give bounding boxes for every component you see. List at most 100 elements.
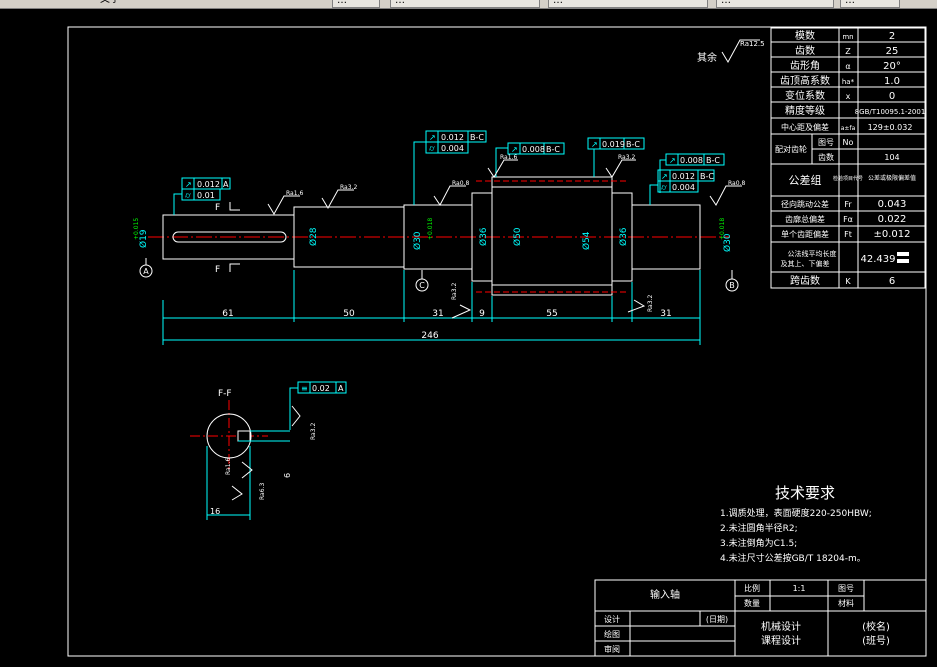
shaft-main-view: F F Ø19 Ø28 Ø30 Ø36 Ø50 Ø54 Ø36 Ø30 +0.0… [133, 130, 745, 430]
svg-text:B-C: B-C [470, 133, 484, 142]
svg-text:104: 104 [884, 153, 899, 162]
svg-text:Ft: Ft [844, 230, 852, 239]
svg-text:0.043: 0.043 [878, 199, 907, 210]
svg-text:Z: Z [845, 47, 851, 56]
svg-text:Ra3.2: Ra3.2 [618, 154, 635, 161]
toolbar-text-item[interactable]: 文字 [100, 0, 120, 6]
svg-text:数量: 数量 [744, 598, 760, 608]
svg-text:齿数: 齿数 [818, 152, 834, 162]
color-dropdown[interactable]: … [548, 0, 708, 8]
svg-text:0.004: 0.004 [672, 183, 695, 192]
svg-text:No: No [843, 138, 854, 147]
svg-text:0.012: 0.012 [441, 133, 464, 142]
svg-text:材料: 材料 [838, 598, 854, 608]
svg-text:Ra3.2: Ra3.2 [451, 283, 458, 300]
svg-text:配对齿轮: 配对齿轮 [775, 144, 807, 154]
svg-text:0.004: 0.004 [441, 144, 464, 153]
svg-text:1.0: 1.0 [884, 76, 900, 87]
svg-text:0.022: 0.022 [878, 214, 907, 225]
toolbar-tab[interactable]: … [332, 0, 380, 8]
svg-text:+0.018: +0.018 [427, 218, 434, 240]
svg-text:16: 16 [210, 507, 220, 516]
svg-text:公差组: 公差组 [789, 173, 822, 187]
svg-text:0.012: 0.012 [672, 172, 695, 181]
svg-text:模数: 模数 [795, 29, 815, 42]
svg-text:Ra1.6: Ra1.6 [500, 154, 517, 161]
section-view-ff: F-F 16 6 Ra3.2 Ra1.6 Ra6.3 [190, 389, 317, 520]
svg-text:输入轴: 输入轴 [650, 588, 680, 601]
svg-text:1:1: 1:1 [793, 584, 806, 593]
svg-text:B-C: B-C [546, 145, 560, 154]
svg-text:中心距及偏差: 中心距及偏差 [781, 122, 829, 132]
svg-text:α: α [845, 62, 850, 71]
svg-text:+0.018: +0.018 [719, 218, 726, 240]
svg-text:42.439: 42.439 [861, 254, 896, 265]
svg-text:Ra12.5: Ra12.5 [740, 40, 765, 48]
svg-text:Ø36: Ø36 [618, 227, 629, 246]
drawing-canvas[interactable]: 其余 Ra12.5 模数 mn 2 齿数 Z 25 齿形角 α 20° 齿顶高系… [0, 8, 937, 667]
svg-text:0.012: 0.012 [197, 180, 220, 189]
svg-text:机械设计: 机械设计 [761, 620, 801, 633]
svg-text:其余: 其余 [697, 51, 717, 64]
svg-text:3.未注倒角为C1.5;: 3.未注倒角为C1.5; [720, 537, 797, 549]
svg-text:0.008: 0.008 [522, 145, 545, 154]
svg-text:B: B [729, 281, 735, 290]
svg-text:31: 31 [432, 309, 443, 319]
svg-text:比例: 比例 [744, 583, 760, 593]
lineweight-dropdown[interactable]: … [840, 0, 900, 8]
svg-text:↗: ↗ [185, 180, 192, 189]
svg-text:技术要求: 技术要求 [775, 484, 835, 502]
svg-text:B-C: B-C [700, 172, 714, 181]
svg-text:0.02: 0.02 [312, 384, 330, 393]
svg-text:Ra0.8: Ra0.8 [452, 180, 469, 187]
svg-text:246: 246 [421, 331, 438, 341]
svg-text:≡: ≡ [301, 384, 308, 393]
svg-text:6: 6 [889, 276, 895, 287]
svg-text:B-C: B-C [626, 140, 640, 149]
svg-text:设计: 设计 [604, 614, 620, 624]
svg-text:9: 9 [479, 309, 485, 319]
svg-text:课程设计: 课程设计 [761, 634, 801, 647]
svg-text:55: 55 [546, 309, 557, 319]
svg-text:F: F [215, 265, 220, 275]
svg-text:Ø30: Ø30 [412, 231, 423, 250]
svg-text:(校名): (校名) [862, 620, 890, 633]
svg-text:Ra6.3: Ra6.3 [259, 483, 266, 500]
svg-text:ha*: ha* [842, 78, 855, 86]
svg-text:⌭: ⌭ [185, 191, 191, 200]
svg-text:0.019: 0.019 [602, 140, 625, 149]
layer-dropdown[interactable]: … [390, 0, 540, 8]
svg-text:Ø36: Ø36 [478, 227, 489, 246]
svg-text:Ø28: Ø28 [308, 227, 319, 246]
svg-text:齿顶高系数: 齿顶高系数 [780, 74, 830, 87]
svg-text:50: 50 [343, 309, 355, 319]
svg-text:±0.012: ±0.012 [873, 229, 910, 240]
svg-text:↗: ↗ [511, 145, 518, 154]
svg-text:61: 61 [222, 309, 233, 319]
svg-text:Fα: Fα [843, 215, 853, 224]
default-roughness: 其余 Ra12.5 [697, 39, 765, 64]
linetype-dropdown[interactable]: … [716, 0, 834, 8]
svg-text:检验项目代号: 检验项目代号 [833, 175, 863, 182]
svg-text:公差或极限偏差值: 公差或极限偏差值 [868, 174, 916, 182]
svg-text:F-F: F-F [218, 389, 232, 399]
svg-text:单个齿距偏差: 单个齿距偏差 [781, 229, 829, 239]
svg-text:Ra1.6: Ra1.6 [225, 458, 232, 475]
svg-text:图号: 图号 [838, 584, 854, 593]
svg-text:25: 25 [886, 46, 899, 57]
svg-text:(日期): (日期) [706, 615, 728, 624]
svg-text:(班号): (班号) [862, 635, 890, 647]
svg-text:A: A [338, 384, 344, 393]
svg-text:Ø54: Ø54 [581, 231, 592, 250]
svg-text:F: F [215, 203, 220, 213]
svg-text:2: 2 [889, 31, 895, 42]
svg-text:Ra3.2: Ra3.2 [647, 295, 654, 312]
svg-text:mn: mn [842, 33, 853, 41]
svg-text:A: A [223, 180, 229, 189]
technical-requirements: 技术要求 1.调质处理，表面硬度220-250HBW; 2.未注圆角半径R2; … [720, 484, 872, 564]
svg-text:20°: 20° [883, 61, 901, 72]
svg-text:图号: 图号 [818, 138, 834, 147]
svg-text:6: 6 [283, 473, 292, 478]
svg-text:精度等级: 精度等级 [785, 104, 825, 117]
svg-text:审阅: 审阅 [604, 644, 620, 654]
